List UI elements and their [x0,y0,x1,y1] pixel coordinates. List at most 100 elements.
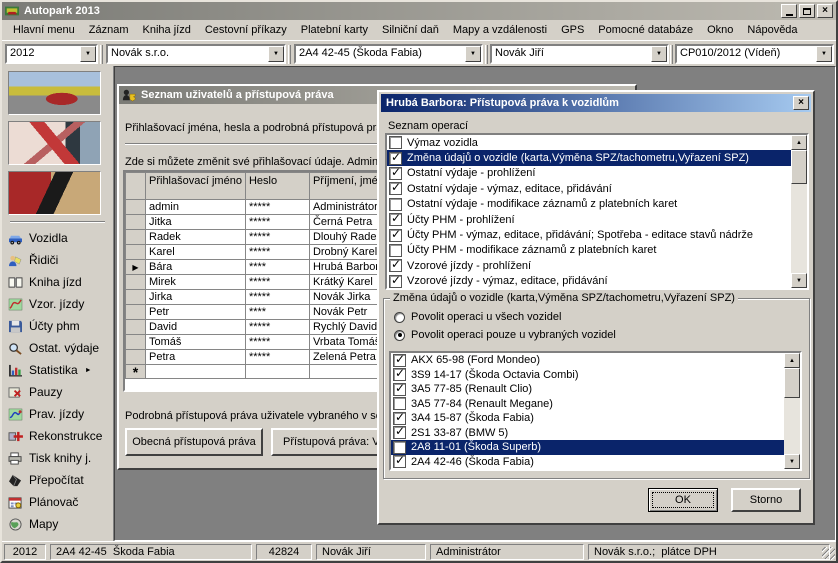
login-cell[interactable]: David [146,320,246,335]
vehicle-item[interactable]: 2A8 11-01 (Škoda Superb) [391,440,784,455]
sidebar-item-statistika[interactable]: Statistika► [8,359,113,381]
sidebar-item-tisk-knihy[interactable]: Tisk knihy j. [8,447,113,469]
checkbox-icon[interactable] [389,275,402,288]
current-row-marker[interactable]: ▶ [126,260,146,275]
scroll-up-icon[interactable]: ▲ [784,353,800,368]
vehicle-item[interactable]: 3A4 15-87 (Škoda Fabia) [391,411,784,426]
sidebar-item-prepocitat[interactable]: Přepočítat [8,469,113,491]
scroll-thumb[interactable] [791,150,807,184]
operations-scrollbar[interactable]: ▲ ▼ [791,135,807,288]
password-cell[interactable]: ***** [245,290,309,305]
empty-cell[interactable] [146,365,246,379]
password-cell[interactable]: ***** [245,335,309,350]
dialog-close-button[interactable]: × [793,96,809,110]
operation-item[interactable]: Ostatní výdaje - modifikace záznamů z pl… [387,197,791,212]
operation-item[interactable]: Vzorové jízdy - výmaz, editace, přidáván… [387,274,791,288]
checkbox-icon[interactable] [393,368,406,381]
toolbar-combo[interactable]: 2A4 42-45 (Škoda Fabia)▼ [294,44,483,64]
login-cell[interactable]: Jitka [146,215,246,230]
maximize-button[interactable] [799,4,815,18]
close-button[interactable]: × [817,4,833,18]
checkbox-icon[interactable] [389,167,402,180]
chevron-down-icon[interactable]: ▼ [465,46,481,62]
sidebar-item-mapy[interactable]: Mapy [8,513,113,535]
checkbox-icon[interactable] [389,182,402,195]
row-selector[interactable] [126,200,146,215]
toolbar-combo[interactable]: 2012▼ [5,44,98,64]
password-cell[interactable]: **** [245,305,309,320]
row-selector[interactable] [126,290,146,305]
empty-cell[interactable] [245,365,309,379]
row-selector[interactable] [126,275,146,290]
checkbox-icon[interactable] [393,383,406,396]
operation-item[interactable]: Změna údajů o vozidle (karta,Výměna SPZ/… [387,150,791,165]
vehicle-item[interactable]: 2A4 42-46 (Škoda Fabia) [391,455,784,470]
password-cell[interactable]: ***** [245,245,309,260]
menu-item[interactable]: Silniční daň [375,22,446,38]
row-selector[interactable] [126,320,146,335]
checkbox-icon[interactable] [393,455,406,468]
general-rights-button[interactable]: Obecná přístupová práva [125,428,263,456]
operation-item[interactable]: Výmaz vozidla [387,135,791,150]
scroll-thumb[interactable] [784,368,800,398]
login-cell[interactable]: Jirka [146,290,246,305]
toolbar-combo[interactable]: Novák Jiří▼ [490,44,669,64]
operation-item[interactable]: Účty PHM - výmaz, editace, přidávání; Sp… [387,227,791,242]
checkbox-icon[interactable] [389,244,402,257]
checkbox-icon[interactable] [389,152,402,165]
menu-item[interactable]: Mapy a vzdálenosti [446,22,554,38]
password-cell[interactable]: ***** [245,200,309,215]
checkbox-icon[interactable] [389,198,402,211]
row-selector[interactable] [126,335,146,350]
chevron-down-icon[interactable]: ▼ [651,46,667,62]
checkbox-icon[interactable] [389,259,402,272]
login-cell[interactable]: Bára [146,260,246,275]
login-cell[interactable]: Mirek [146,275,246,290]
operation-item[interactable]: Ostatní výdaje - prohlížení [387,166,791,181]
operation-item[interactable]: Účty PHM - prohlížení [387,212,791,227]
menu-item[interactable]: Platební karty [294,22,375,38]
row-selector[interactable] [126,245,146,260]
chevron-down-icon[interactable]: ▼ [80,46,96,62]
toolbar-combo[interactable]: Novák s.r.o.▼ [106,44,286,64]
password-cell[interactable]: ***** [245,320,309,335]
vehicle-item[interactable]: 3A5 77-84 (Renault Megane) [391,397,784,412]
checkbox-icon[interactable] [393,354,406,367]
login-cell[interactable]: Radek [146,230,246,245]
password-cell[interactable]: ***** [245,275,309,290]
password-cell[interactable]: **** [245,260,309,275]
vehicle-item[interactable]: 2S1 33-87 (BMW 5) [391,426,784,441]
column-header[interactable]: Přihlašovací jméno [146,173,246,200]
checkbox-icon[interactable] [389,136,402,149]
checkbox-icon[interactable] [393,441,406,454]
sidebar-item-kniha-jizd[interactable]: Kniha jízd [8,271,113,293]
menu-item[interactable]: Hlavní menu [6,22,82,38]
radio-selected-vehicles[interactable]: Povolit operaci pouze u vybraných vozide… [394,329,616,341]
sidebar-item-ridici[interactable]: Řidiči [8,249,113,271]
sidebar-item-pauzy[interactable]: Pauzy [8,381,113,403]
menu-item[interactable]: Záznam [82,22,136,38]
operation-item[interactable]: Vzorové jízdy - prohlížení [387,258,791,273]
scroll-up-icon[interactable]: ▲ [791,135,807,150]
row-selector[interactable] [126,350,146,365]
menu-item[interactable]: Kniha jízd [136,22,198,38]
checkbox-icon[interactable] [389,229,402,242]
sidebar-item-vzor-jizdy[interactable]: Vzor. jízdy [8,293,113,315]
operation-item[interactable]: Ostatní výdaje - výmaz, editace, přidává… [387,181,791,196]
sidebar-item-ucty-phm[interactable]: Účty phm [8,315,113,337]
row-selector[interactable] [126,230,146,245]
menu-item[interactable]: Okno [700,22,740,38]
login-cell[interactable]: Karel [146,245,246,260]
row-selector[interactable] [126,215,146,230]
sidebar-item-planovac[interactable]: Plánovač [8,491,113,513]
sidebar-item-vozidla[interactable]: Vozidla [8,227,113,249]
radio-all-vehicles[interactable]: Povolit operaci u všech vozidel [394,311,561,323]
login-cell[interactable]: Tomáš [146,335,246,350]
vehicle-item[interactable]: 3S9 14-17 (Škoda Octavia Combi) [391,368,784,383]
menu-item[interactable]: Pomocné databáze [591,22,700,38]
checkbox-icon[interactable] [393,412,406,425]
login-cell[interactable]: Petr [146,305,246,320]
chevron-down-icon[interactable]: ▼ [816,46,832,62]
menu-item[interactable]: Cestovní příkazy [198,22,294,38]
login-cell[interactable]: admin [146,200,246,215]
